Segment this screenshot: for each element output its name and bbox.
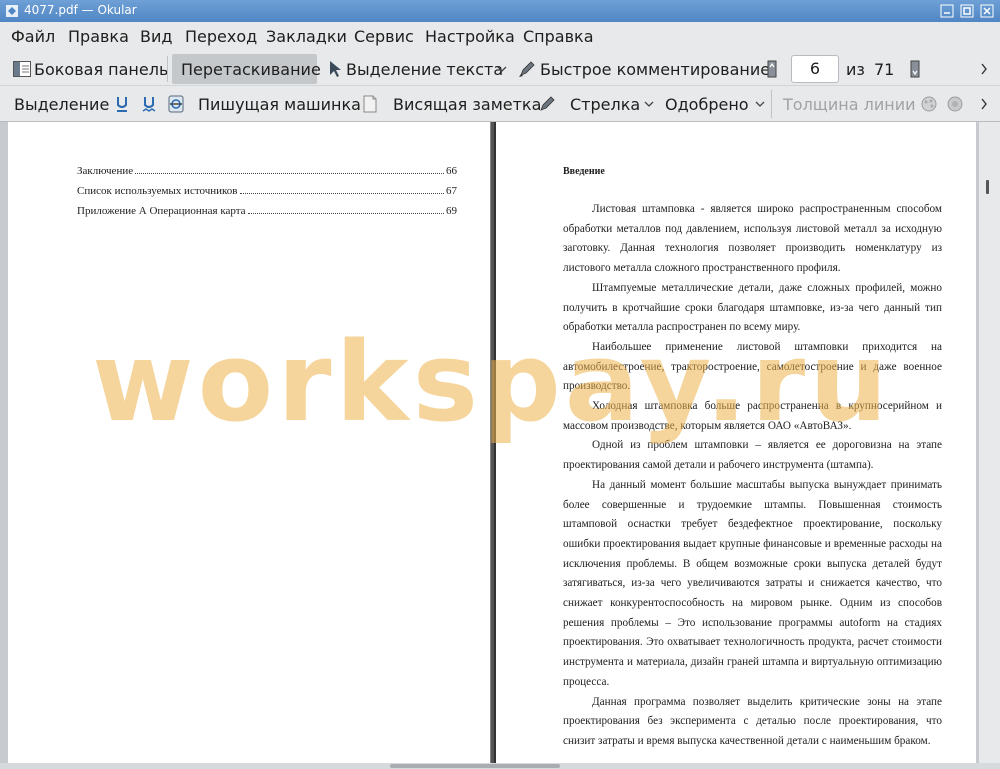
section-body: Листовая штамповка - является широко рас…	[563, 200, 942, 752]
toc-entry-page: 66	[446, 165, 457, 177]
text-select-label: Выделение текста	[346, 60, 504, 79]
page-down-icon[interactable]	[910, 60, 920, 78]
maximize-icon[interactable]	[960, 4, 974, 18]
vertical-scroll-thumb[interactable]	[986, 180, 989, 194]
sidebar-icon	[13, 61, 31, 77]
menu-view[interactable]: Вид	[140, 27, 172, 46]
menu-bookmarks[interactable]: Закладки	[266, 27, 347, 46]
strikeout-icon[interactable]	[168, 95, 184, 113]
toc-entry-title: Список используемых источников	[77, 185, 238, 197]
toc-entry[interactable]: Список используемых источников 67	[77, 185, 457, 197]
menu-file[interactable]: Файл	[11, 27, 55, 46]
page-left	[8, 122, 491, 763]
minimize-icon[interactable]	[940, 4, 954, 18]
toc-leader-dots	[135, 173, 444, 174]
menu-help[interactable]: Справка	[523, 27, 594, 46]
title-bar: 4077.pdf — Okular	[0, 0, 1000, 22]
cursor-icon	[330, 61, 341, 77]
toc-entry-title: Приложение А Операционная карта	[77, 205, 246, 217]
chevron-down-icon[interactable]	[497, 66, 507, 73]
toc-entry[interactable]: Приложение А Операционная карта 69	[77, 205, 457, 217]
sidebar-label: Боковая панель	[34, 60, 169, 79]
main-toolbar: Боковая панель Перетаскивание Выделение …	[0, 52, 1000, 86]
pen-icon	[519, 61, 535, 77]
toc-entry[interactable]: Заключение 66	[77, 165, 457, 177]
paragraph: Наибольшее применение листовой штамповки…	[563, 340, 942, 393]
paragraph: Листовая штамповка - является широко рас…	[563, 203, 942, 275]
menu-settings[interactable]: Настройка	[425, 27, 515, 46]
toc-leader-dots	[239, 193, 444, 194]
stamp-tool[interactable]: Одобрено	[665, 95, 749, 114]
page-number-input[interactable]: 6	[791, 55, 839, 83]
vertical-scrollbar[interactable]	[979, 122, 1000, 763]
annotation-toolbar: Выделение Пишущая машинка Висящая заметк…	[0, 86, 1000, 122]
section-heading: Введение	[563, 166, 605, 177]
menu-go[interactable]: Переход	[185, 27, 257, 46]
underline-icon[interactable]	[115, 95, 129, 113]
okular-app-icon	[6, 5, 18, 17]
toc-entry-page: 67	[446, 185, 457, 197]
paragraph: На данный момент большие масштабы выпуск…	[563, 478, 942, 688]
toc-entry-page: 69	[446, 205, 457, 217]
paragraph: Данная программа позволяет выделить крит…	[563, 695, 942, 747]
toc-entry-title: Заключение	[77, 165, 134, 177]
horizontal-scroll-thumb[interactable]	[390, 764, 560, 768]
chevron-right-icon[interactable]	[980, 63, 988, 75]
inline-note-tool[interactable]: Висящая заметка	[393, 95, 541, 114]
toc-leader-dots	[247, 213, 444, 214]
menu-tools[interactable]: Сервис	[354, 27, 414, 46]
page-up-icon[interactable]	[767, 60, 777, 78]
typewriter-tool[interactable]: Пишущая машинка	[198, 95, 361, 114]
paragraph: Одной из проблем штамповки – является ее…	[563, 439, 942, 472]
highlight-tool[interactable]: Выделение	[14, 95, 109, 114]
separator	[167, 56, 168, 82]
squiggly-icon[interactable]	[142, 95, 156, 113]
window-title: 4077.pdf — Okular	[24, 3, 137, 17]
browse-tool-label: Перетаскивание	[181, 60, 321, 79]
chevron-down-icon[interactable]	[755, 101, 765, 108]
chevron-down-icon[interactable]	[644, 101, 654, 108]
chevron-right-icon[interactable]	[980, 98, 988, 110]
separator	[771, 90, 772, 118]
page-total-label: 71	[874, 60, 895, 79]
menu-edit[interactable]: Правка	[68, 27, 129, 46]
arrow-tool[interactable]: Стрелка	[570, 95, 640, 114]
line-width-tool: Толщина линии	[783, 95, 916, 114]
page-of-label: из	[846, 60, 865, 79]
quick-annotation-label: Быстрое комментирование	[540, 60, 771, 79]
paragraph: Штампуемые металлические детали, даже сл…	[563, 281, 942, 334]
arrow-tool-icon	[540, 96, 555, 111]
close-icon[interactable]	[980, 4, 994, 18]
note-icon	[363, 95, 377, 113]
opacity-icon	[947, 96, 963, 112]
menu-bar: Файл Правка Вид Переход Закладки Сервис …	[0, 22, 1000, 52]
color-picker-icon	[921, 96, 937, 112]
paragraph: Холодная штамповка больше распространенн…	[563, 400, 942, 432]
